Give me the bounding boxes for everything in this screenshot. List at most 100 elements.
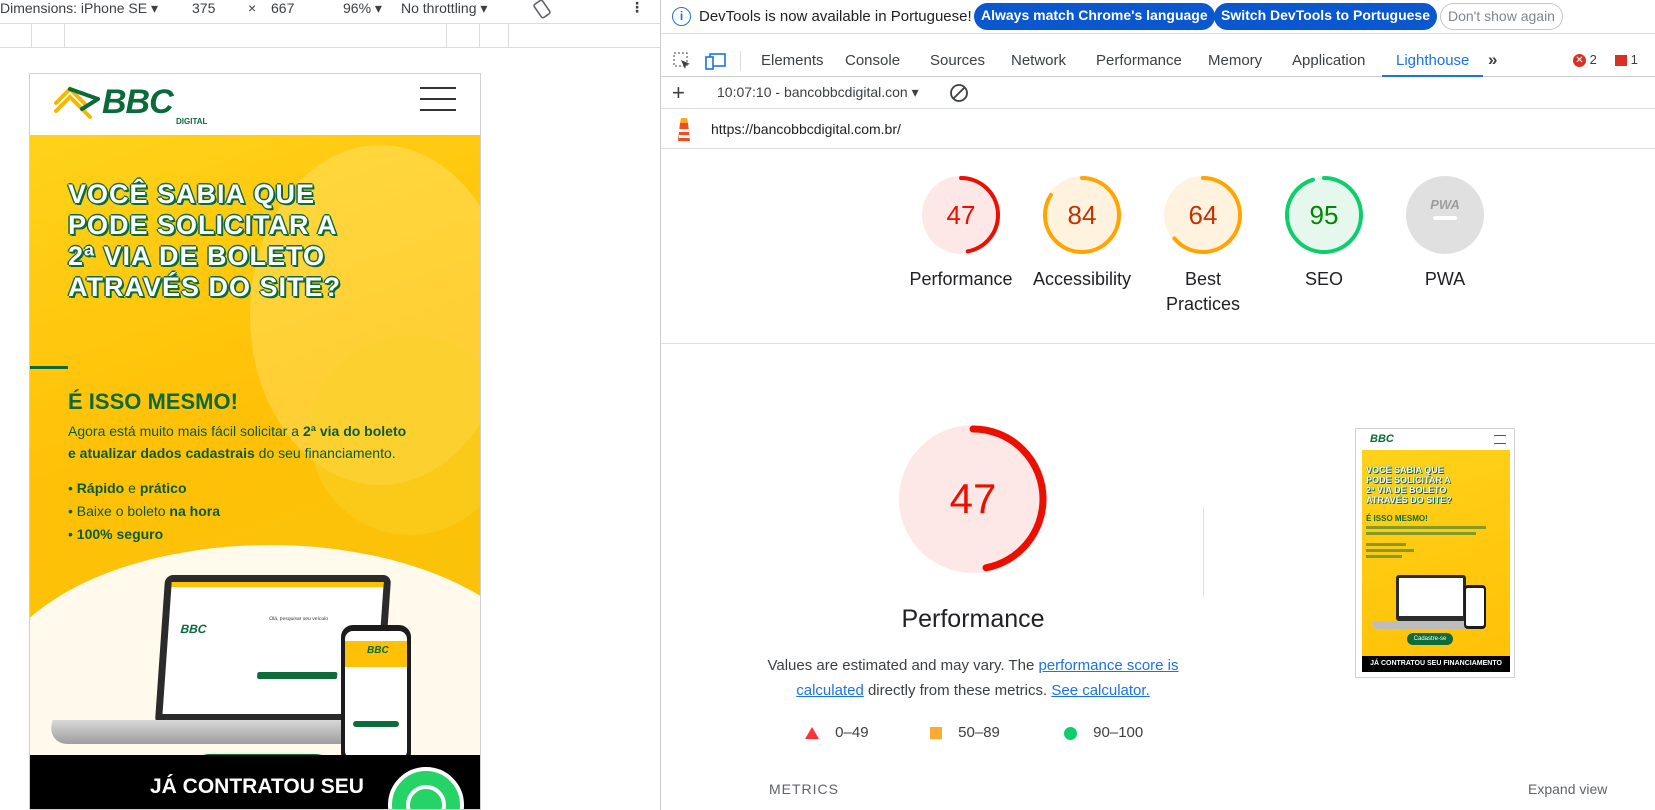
- dimensions-select[interactable]: Dimensions: iPhone SE ▾: [0, 0, 158, 17]
- gauge-label: Performance: [909, 269, 1013, 289]
- new-report-icon[interactable]: +: [672, 80, 685, 106]
- more-tabs-icon[interactable]: »: [1488, 50, 1497, 70]
- vertical-divider: [1203, 507, 1204, 597]
- performance-note: Values are estimated and may vary. The p…: [767, 657, 1179, 699]
- square-icon: [930, 727, 942, 740]
- gauge-label: Accessibility: [1032, 269, 1132, 289]
- thumb-headline: ATRAVÉS DO SITE?: [1366, 495, 1452, 505]
- info-icon: i: [672, 7, 691, 26]
- logo-text: BBC: [102, 83, 174, 121]
- tab-elements[interactable]: Elements: [761, 44, 824, 77]
- issue-flag-icon: [1615, 55, 1627, 67]
- throttling-select[interactable]: No throttling ▾: [401, 0, 487, 17]
- bullet-item: • 100% seguro: [68, 526, 164, 542]
- bottom-band-text: JÁ CONTRATOU SEU: [150, 775, 364, 798]
- laptop-screen-text: Olá, pesquisar seu veículo: [268, 616, 329, 622]
- width-input[interactable]: 375: [192, 0, 215, 16]
- triangle-icon: [805, 727, 819, 740]
- tab-sources[interactable]: Sources: [930, 44, 985, 77]
- site-header: BBC DIGITAL: [30, 74, 480, 135]
- hero-banner: VOCÊ SABIA QUE PODE SOLICITAR A 2ª VIA D…: [30, 135, 480, 755]
- tab-memory[interactable]: Memory: [1208, 44, 1262, 77]
- bottom-band: JÁ CONTRATOU SEU: [30, 755, 480, 809]
- subheadline: É ISSO MESMO!: [68, 389, 238, 414]
- description-line-1: Agora está muito mais fácil solicitar a …: [68, 423, 407, 439]
- gauge-best-practices[interactable]: 64: [1163, 175, 1243, 255]
- gauge-pwa[interactable]: PWA: [1405, 175, 1485, 255]
- performance-score-large: 47: [949, 475, 997, 522]
- headline-line: PODE SOLICITAR A: [68, 210, 338, 240]
- headline-line: 2ª VIA DE BOLETO: [68, 241, 326, 271]
- expand-view-toggle[interactable]: Expand view: [1528, 781, 1607, 797]
- final-screenshot-thumbnail[interactable]: BBC VOCÊ SABIA QUE PODE SOLICITAR A 2ª V…: [1355, 428, 1515, 678]
- headline-line: VOCÊ SABIA QUE: [68, 179, 316, 209]
- gauge-performance[interactable]: 47: [921, 175, 1001, 255]
- bullet-item: • Rápido e prático: [68, 480, 187, 496]
- zoom-select[interactable]: 96% ▾: [343, 0, 382, 17]
- thumb-band-text: JÁ CONTRATOU SEU FINANCIAMENTO: [1370, 660, 1502, 667]
- infobar-message: DevTools is now available in Portuguese!: [699, 8, 972, 25]
- tab-console[interactable]: Console: [845, 44, 900, 77]
- gauge-label: SEO: [1304, 269, 1343, 289]
- gauge-score: 47: [946, 200, 976, 230]
- dont-show-again-button[interactable]: Don't show again: [1440, 3, 1563, 30]
- bbc-logo[interactable]: BBC DIGITAL: [52, 83, 207, 127]
- section-divider: [661, 343, 1655, 344]
- device-toolbar: Dimensions: iPhone SE ▾ 375 × 667 96% ▾ …: [0, 0, 661, 24]
- thumb-menu-icon: [1494, 435, 1506, 444]
- device-toggle-icon[interactable]: [705, 51, 727, 75]
- gauge-label: PWA: [1424, 269, 1466, 289]
- laptop-base: [47, 720, 383, 744]
- pwa-dash: [1433, 216, 1457, 220]
- bullet-item: • Baixe o boleto na hora: [68, 503, 220, 519]
- gauge-score: 64: [1188, 200, 1218, 230]
- metrics-heading: METRICS: [769, 781, 839, 797]
- thumb-headline: VOCÊ SABIA QUE: [1366, 465, 1444, 475]
- report-url-bar: https://bancobbcdigital.com.br/: [661, 109, 1655, 149]
- gauge-seo[interactable]: 95: [1284, 175, 1364, 255]
- description-line-2: e atualizar dados cadastrais do seu fina…: [68, 445, 396, 461]
- phone-viewport: BBC DIGITAL VOCÊ SABIA QUE PODE SOLICITA…: [29, 73, 481, 810]
- rotate-icon[interactable]: [531, 0, 553, 23]
- circle-icon: [1064, 726, 1077, 740]
- whatsapp-icon[interactable]: [388, 767, 464, 809]
- thumb-headline: 2ª VIA DE BOLETO: [1366, 485, 1447, 495]
- pwa-badge-icon: PWA: [1430, 197, 1460, 212]
- language-infobar: i DevTools is now available in Portugues…: [661, 0, 1655, 34]
- match-language-button[interactable]: Always match Chrome's language: [974, 3, 1215, 30]
- performance-title: Performance: [901, 605, 1045, 633]
- gauge-score: 84: [1067, 200, 1097, 230]
- tab-lighthouse[interactable]: Lighthouse: [1382, 44, 1484, 77]
- devtools-tab-bar: Elements Console Sources Network Perform…: [661, 44, 1655, 77]
- report-url[interactable]: https://bancobbcdigital.com.br/: [711, 121, 901, 137]
- thumb-subheadline: É ISSO MESMO!: [1366, 514, 1428, 523]
- times-sign: ×: [248, 0, 257, 16]
- error-count[interactable]: ✕ 2: [1573, 52, 1597, 68]
- more-options-icon[interactable]: ⋮: [630, 0, 644, 16]
- hamburger-menu-icon[interactable]: [420, 86, 456, 112]
- phone-mockup: BBC: [341, 625, 411, 755]
- height-input[interactable]: 667: [271, 0, 294, 16]
- see-calculator-link[interactable]: See calculator.: [1051, 682, 1149, 699]
- gauge-score: 95: [1309, 200, 1339, 230]
- report-select[interactable]: 10:07:10 - bancobbcdigital.con ▾: [717, 84, 919, 101]
- thumb-cta: Cadastre-se: [1407, 633, 1453, 645]
- gauge-accessibility[interactable]: 84: [1042, 175, 1122, 255]
- tab-network[interactable]: Network: [1011, 44, 1066, 77]
- tab-performance[interactable]: Performance: [1096, 44, 1182, 77]
- logo-sub: DIGITAL: [176, 117, 208, 126]
- legend-fail: 0–49: [805, 724, 869, 741]
- accent-bar: [30, 366, 68, 369]
- headline-line: ATRAVÉS DO SITE?: [68, 272, 342, 302]
- issues-count[interactable]: 1: [1615, 52, 1638, 67]
- tab-application[interactable]: Application: [1292, 44, 1365, 77]
- thumb-headline: PODE SOLICITAR A: [1366, 475, 1451, 485]
- logo-mark-icon: [54, 86, 100, 119]
- legend-pass: 90–100: [1064, 724, 1143, 741]
- media-query-ruler: [0, 24, 661, 48]
- lighthouse-toolbar: + 10:07:10 - bancobbcdigital.con ▾: [661, 77, 1655, 109]
- switch-language-button[interactable]: Switch DevTools to Portuguese: [1214, 3, 1437, 30]
- clear-reports-icon[interactable]: [949, 83, 969, 106]
- legend-average: 50–89: [930, 724, 1000, 741]
- inspect-element-icon[interactable]: [672, 51, 692, 75]
